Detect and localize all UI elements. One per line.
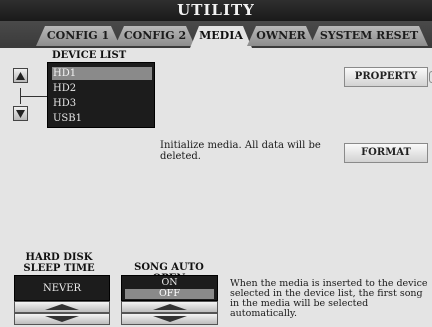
sleep-time-up-button[interactable] <box>14 301 110 313</box>
tab-config-2[interactable]: CONFIG 2 <box>115 26 195 46</box>
tab-media[interactable]: MEDIA <box>190 26 252 48</box>
sleep-time-down-button[interactable] <box>14 313 110 325</box>
sleep-time-value: NEVER <box>42 283 82 294</box>
format-button[interactable]: FORMAT <box>344 143 428 163</box>
device-list-label: DEVICE LIST <box>52 50 127 61</box>
format-message: Initialize media. All data will be delet… <box>160 140 321 162</box>
triangle-down-icon <box>45 316 79 322</box>
option-off[interactable]: OFF <box>125 289 214 299</box>
triangle-up-icon <box>152 304 187 310</box>
song-auto-open-description: When the media is inserted to the device… <box>230 278 428 319</box>
list-down-button[interactable] <box>13 106 28 121</box>
device-item-usb1[interactable]: USB1 <box>52 112 152 125</box>
hard-disk-sleep-label: HARD DISK SLEEP TIME <box>23 252 95 274</box>
triangle-down-icon <box>16 109 25 118</box>
triangle-up-icon <box>16 71 25 80</box>
triangle-up-icon <box>45 304 79 310</box>
auto-open-up-button[interactable] <box>121 301 218 313</box>
tab-bar: CONFIG 1 CONFIG 2 MEDIA OWNER SYSTEM RES… <box>0 21 432 48</box>
triangle-down-icon <box>152 316 187 322</box>
tab-system-reset[interactable]: SYSTEM RESET <box>310 26 428 46</box>
device-item-hd1[interactable]: HD1 <box>52 67 152 80</box>
list-up-button[interactable] <box>13 68 28 83</box>
tab-owner[interactable]: OWNER <box>247 26 315 46</box>
tab-config-1[interactable]: CONFIG 1 <box>36 26 120 46</box>
device-item-hd2[interactable]: HD2 <box>52 82 152 95</box>
option-on[interactable]: ON <box>125 278 214 288</box>
sleep-time-display[interactable]: NEVER <box>14 275 110 301</box>
window-title: UTILITY <box>0 0 432 21</box>
auto-open-down-button[interactable] <box>121 313 218 325</box>
song-auto-open-selector[interactable]: ON OFF <box>121 275 218 301</box>
list-connector-horizontal <box>20 96 47 97</box>
property-button[interactable]: PROPERTY <box>344 67 428 87</box>
device-list[interactable]: HD1 HD2 HD3 USB1 <box>47 62 155 128</box>
device-item-hd3[interactable]: HD3 <box>52 97 152 110</box>
